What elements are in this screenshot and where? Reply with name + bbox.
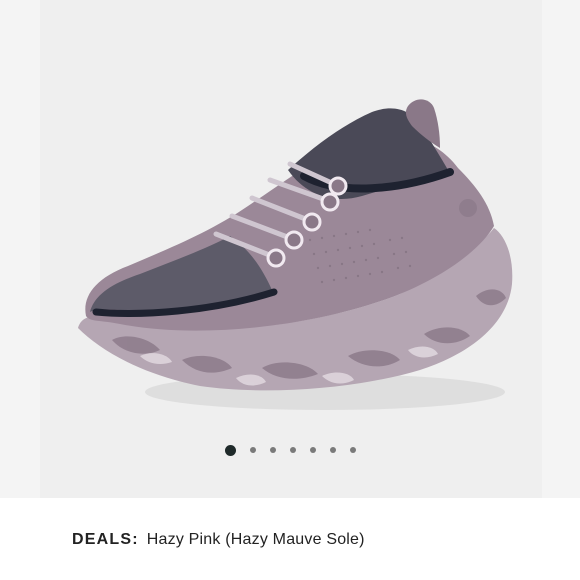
color-name: Hazy Pink (Hazy Mauve Sole) <box>146 531 365 548</box>
brand-logo-icon <box>459 199 477 217</box>
product-gallery-frame: DEALS: Hazy Pink (Hazy Mauve Sole) <box>0 0 580 580</box>
product-image[interactable] <box>0 0 580 460</box>
carousel-dot[interactable] <box>269 447 276 453</box>
caption-line: DEALS: Hazy Pink (Hazy Mauve Sole) <box>72 531 365 549</box>
carousel-dot[interactable] <box>309 447 316 453</box>
product-caption: DEALS: Hazy Pink (Hazy Mauve Sole) <box>0 498 580 580</box>
carousel-dot[interactable] <box>249 447 256 453</box>
carousel-dot[interactable] <box>289 447 296 453</box>
carousel-dot[interactable] <box>349 447 356 453</box>
carousel-dot[interactable] <box>224 444 236 456</box>
carousel-dot[interactable] <box>329 447 336 453</box>
carousel-pagination <box>0 440 580 460</box>
caption-label: DEALS: <box>72 531 139 548</box>
